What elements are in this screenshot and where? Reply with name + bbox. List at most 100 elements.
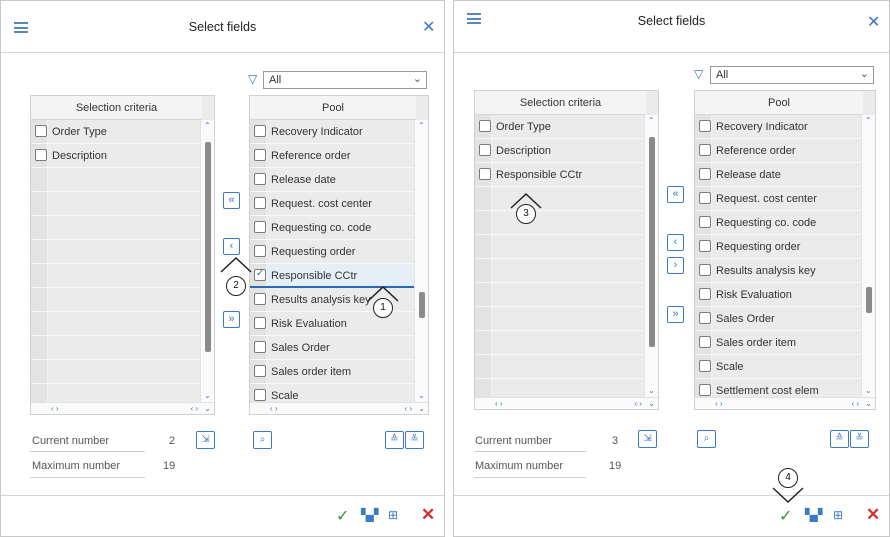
move-up-button[interactable]: ≙ bbox=[830, 430, 849, 448]
row-checkbox[interactable] bbox=[479, 168, 491, 180]
row-checkbox[interactable] bbox=[699, 168, 711, 180]
horizontal-scrollbar[interactable]: ‹ › ‹ › ⌄ bbox=[31, 402, 214, 414]
list-item[interactable]: Sales Order bbox=[695, 307, 863, 331]
list-item[interactable]: Requesting order bbox=[695, 235, 863, 259]
list-item[interactable]: Request. cost center bbox=[695, 187, 863, 211]
list-item[interactable]: Requesting co. code bbox=[695, 211, 863, 235]
move-up-button[interactable]: ≙ bbox=[385, 431, 404, 449]
filter-dropdown[interactable]: All ⌄ bbox=[263, 71, 427, 89]
move-down-button[interactable]: ≚ bbox=[850, 430, 869, 448]
close-icon[interactable]: ✕ bbox=[422, 17, 435, 37]
delete-icon[interactable]: ✕ bbox=[866, 505, 880, 525]
list-item[interactable]: Scale bbox=[695, 355, 863, 379]
list-item[interactable]: Recovery Indicator bbox=[250, 120, 416, 144]
scroll-up-icon[interactable]: ⌃ bbox=[648, 117, 655, 125]
row-checkbox[interactable] bbox=[254, 197, 266, 209]
horizontal-scrollbar[interactable]: ‹ › ‹ › ⌄ bbox=[250, 402, 428, 414]
move-all-left-button[interactable]: « bbox=[223, 192, 240, 209]
list-item[interactable]: Reference order bbox=[695, 139, 863, 163]
row-checkbox[interactable] bbox=[254, 389, 266, 401]
vertical-scrollbar[interactable]: ⌃ ⌄ bbox=[414, 120, 428, 402]
row-checkbox[interactable] bbox=[254, 125, 266, 137]
scroll-down-icon[interactable]: ⌄ bbox=[865, 387, 872, 395]
row-checkbox[interactable] bbox=[699, 312, 711, 324]
sort-fields-button[interactable]: ⇲ bbox=[638, 430, 657, 448]
row-checkbox[interactable] bbox=[254, 173, 266, 185]
row-checkbox[interactable] bbox=[479, 144, 491, 156]
grid-layout-icon[interactable]: ▚▞ bbox=[805, 508, 822, 522]
scroll-up-icon[interactable]: ⌃ bbox=[865, 117, 872, 125]
close-icon[interactable]: ✕ bbox=[867, 12, 880, 32]
move-all-right-button[interactable]: » bbox=[667, 306, 684, 323]
list-item[interactable]: Request. cost center bbox=[250, 192, 416, 216]
settings-grid-icon[interactable]: ⊞ bbox=[833, 508, 843, 522]
delete-icon[interactable]: ✕ bbox=[421, 505, 435, 525]
list-item[interactable]: Responsible CCtr bbox=[475, 163, 646, 187]
row-checkbox[interactable] bbox=[254, 293, 266, 305]
row-checkbox[interactable] bbox=[35, 149, 47, 161]
scroll-thumb[interactable] bbox=[205, 142, 211, 352]
vertical-scrollbar[interactable]: ⌃ ⌄ bbox=[200, 120, 214, 402]
move-left-button[interactable]: ‹ bbox=[223, 238, 240, 255]
row-checkbox[interactable] bbox=[254, 365, 266, 377]
list-item[interactable]: Risk Evaluation bbox=[695, 283, 863, 307]
filter-dropdown[interactable]: All ⌄ bbox=[710, 66, 874, 84]
row-checkbox[interactable] bbox=[254, 221, 266, 233]
grid-layout-icon[interactable]: ▚▞ bbox=[361, 508, 378, 522]
list-item[interactable]: Sales order item bbox=[250, 360, 416, 384]
list-item[interactable]: Requesting co. code bbox=[250, 216, 416, 240]
scroll-up-icon[interactable]: ⌃ bbox=[418, 122, 425, 130]
list-item[interactable]: Description bbox=[31, 144, 202, 168]
scroll-thumb[interactable] bbox=[649, 137, 655, 347]
list-item[interactable]: Description bbox=[475, 139, 646, 163]
row-checkbox[interactable] bbox=[699, 264, 711, 276]
search-button[interactable]: ⌕ bbox=[697, 430, 716, 448]
list-item[interactable]: Risk Evaluation bbox=[250, 312, 416, 336]
row-checkbox[interactable] bbox=[699, 360, 711, 372]
row-checkbox[interactable] bbox=[254, 341, 266, 353]
search-button[interactable]: ⌕ bbox=[253, 431, 272, 449]
horizontal-scrollbar[interactable]: ‹ › ‹ › ⌄ bbox=[695, 397, 875, 409]
move-right-button[interactable]: › bbox=[667, 257, 684, 274]
row-checkbox[interactable] bbox=[699, 384, 711, 396]
row-checkbox[interactable] bbox=[699, 192, 711, 204]
move-all-left-button[interactable]: « bbox=[667, 186, 684, 203]
scroll-thumb[interactable] bbox=[866, 287, 872, 313]
confirm-checkmark-icon[interactable]: ✓ bbox=[779, 506, 792, 526]
row-checkbox[interactable] bbox=[699, 144, 711, 156]
vertical-scrollbar[interactable]: ⌃ ⌄ bbox=[644, 115, 658, 397]
sort-fields-button[interactable]: ⇲ bbox=[196, 431, 215, 449]
scroll-down-icon[interactable]: ⌄ bbox=[204, 392, 211, 400]
filter-icon[interactable]: ▽ bbox=[248, 72, 257, 86]
row-checkbox[interactable] bbox=[699, 240, 711, 252]
move-left-button[interactable]: ‹ bbox=[667, 234, 684, 251]
list-item[interactable]: Order Type bbox=[31, 120, 202, 144]
row-checkbox[interactable] bbox=[254, 149, 266, 161]
filter-icon[interactable]: ▽ bbox=[694, 67, 703, 81]
list-item[interactable]: Results analysis key bbox=[695, 259, 863, 283]
move-down-button[interactable]: ≚ bbox=[405, 431, 424, 449]
row-checkbox[interactable] bbox=[699, 288, 711, 300]
row-checkbox[interactable] bbox=[699, 120, 711, 132]
horizontal-scrollbar[interactable]: ‹ › ‹ › ⌄ bbox=[475, 397, 658, 409]
move-all-right-button[interactable]: » bbox=[223, 311, 240, 328]
list-item[interactable]: Release date bbox=[695, 163, 863, 187]
list-item[interactable]: Recovery Indicator bbox=[695, 115, 863, 139]
list-item[interactable]: Requesting order bbox=[250, 240, 416, 264]
scroll-thumb[interactable] bbox=[419, 292, 425, 318]
row-checkbox[interactable] bbox=[479, 120, 491, 132]
scroll-down-icon[interactable]: ⌄ bbox=[418, 392, 425, 400]
row-checkbox[interactable] bbox=[699, 216, 711, 228]
scroll-up-icon[interactable]: ⌃ bbox=[204, 122, 211, 130]
list-item[interactable]: Release date bbox=[250, 168, 416, 192]
list-item[interactable]: Reference order bbox=[250, 144, 416, 168]
row-checkbox[interactable] bbox=[35, 125, 47, 137]
vertical-scrollbar[interactable]: ⌃ ⌄ bbox=[861, 115, 875, 397]
list-item[interactable]: Order Type bbox=[475, 115, 646, 139]
scroll-down-icon[interactable]: ⌄ bbox=[648, 387, 655, 395]
confirm-checkmark-icon[interactable]: ✓ bbox=[336, 506, 349, 526]
list-item[interactable]: Sales Order bbox=[250, 336, 416, 360]
settings-grid-icon[interactable]: ⊞ bbox=[388, 508, 398, 522]
row-checkbox[interactable] bbox=[699, 336, 711, 348]
row-checkbox[interactable] bbox=[254, 317, 266, 329]
